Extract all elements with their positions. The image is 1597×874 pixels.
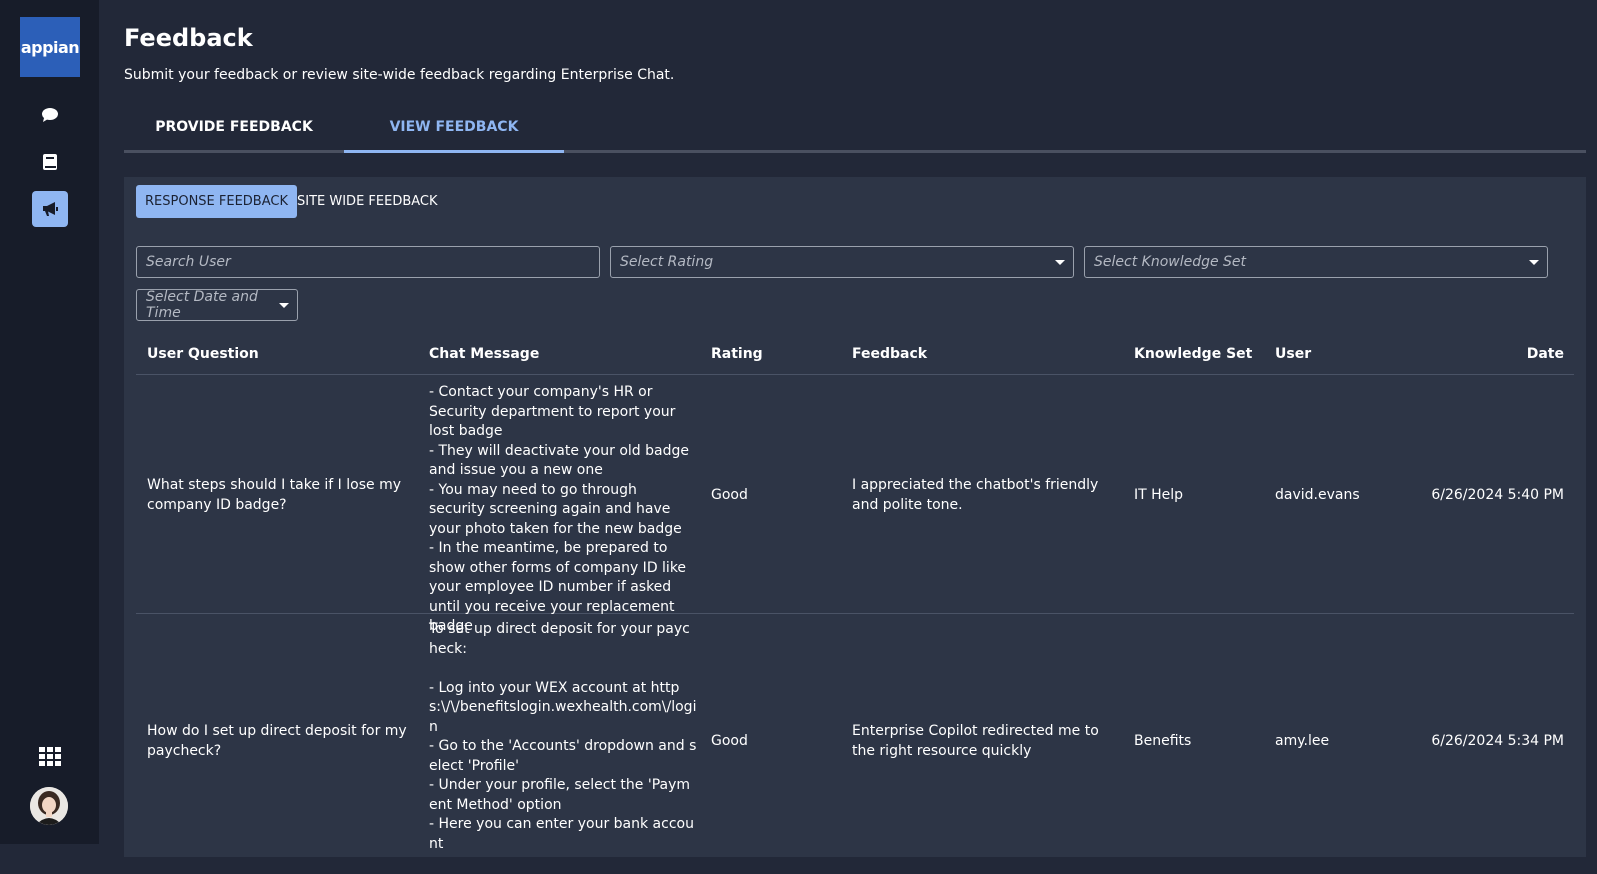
col-date[interactable]: Date [1527,334,1564,374]
row-date: 6/26/2024 5:34 PM [1431,733,1564,749]
search-user-placeholder: Search User [146,254,231,270]
row-user: amy.lee [1275,733,1330,749]
col-rating[interactable]: Rating [711,334,763,374]
logo-text: appian [20,37,80,57]
left-nav-rail: appian [0,0,99,844]
appian-logo[interactable]: appian [20,17,80,77]
tab-provide-feedback[interactable]: PROVIDE FEEDBACK [124,104,344,150]
tab-view-feedback[interactable]: VIEW FEEDBACK [344,104,564,153]
book-icon [43,154,57,170]
page-title: Feedback [124,24,253,52]
row-user: david.evans [1275,487,1360,503]
search-user-input[interactable]: Search User [136,246,600,278]
col-knowledge-set[interactable]: Knowledge Set [1134,334,1252,374]
chevron-down-icon [1529,260,1539,265]
row-question: How do I set up direct deposit for my pa… [147,723,407,759]
row-date: 6/26/2024 5:40 PM [1431,487,1564,503]
user-avatar[interactable] [30,787,68,825]
chat-bubble-icon [42,108,58,122]
chat-nav-button[interactable] [32,97,68,133]
date-time-select[interactable]: Select Date and Time [136,289,298,321]
feedback-tabs: PROVIDE FEEDBACK VIEW FEEDBACK [124,104,1586,153]
chevron-down-icon [1055,260,1065,265]
app-grid-button[interactable] [32,739,68,775]
date-time-select-placeholder: Select Date and Time [146,289,258,321]
knowledge-nav-button[interactable] [32,144,68,180]
rating-select[interactable]: Select Rating [610,246,1074,278]
feedback-nav-button[interactable] [32,191,68,227]
rating-select-placeholder: Select Rating [620,254,714,270]
row-rating: Good [711,487,748,503]
row-chat-message: - Contact your company's HR or Security … [429,384,689,634]
table-row: How do I set up direct deposit for my pa… [136,614,1574,874]
col-user[interactable]: User [1275,334,1311,374]
row-knowledge-set: IT Help [1134,487,1184,503]
col-chat-message[interactable]: Chat Message [429,334,539,374]
table-header: User Question Chat Message Rating Feedba… [136,334,1574,375]
page-subtitle: Submit your feedback or review site-wide… [124,67,675,83]
row-chat-message: To set up direct deposit for your payche… [429,621,697,852]
col-user-question[interactable]: User Question [147,334,259,374]
megaphone-icon [43,202,58,216]
row-feedback: Enterprise Copilot redirected me to the … [852,723,1099,759]
table-row: What steps should I take if I lose my co… [136,375,1574,634]
row-question: What steps should I take if I lose my co… [147,477,401,513]
row-rating: Good [711,733,748,749]
chevron-down-icon [279,303,289,308]
knowledge-set-select[interactable]: Select Knowledge Set [1084,246,1548,278]
knowledge-set-select-placeholder: Select Knowledge Set [1094,254,1247,270]
app-grid-icon [39,747,61,766]
row-knowledge-set: Benefits [1134,733,1192,749]
row-feedback: I appreciated the chatbot's friendly and… [852,477,1099,513]
subtab-site-wide-feedback[interactable]: SITE WIDE FEEDBACK [288,185,447,218]
col-feedback[interactable]: Feedback [852,334,927,374]
feedback-panel: RESPONSE FEEDBACK SITE WIDE FEEDBACK Sea… [124,177,1586,857]
subtab-response-feedback[interactable]: RESPONSE FEEDBACK [136,185,297,218]
